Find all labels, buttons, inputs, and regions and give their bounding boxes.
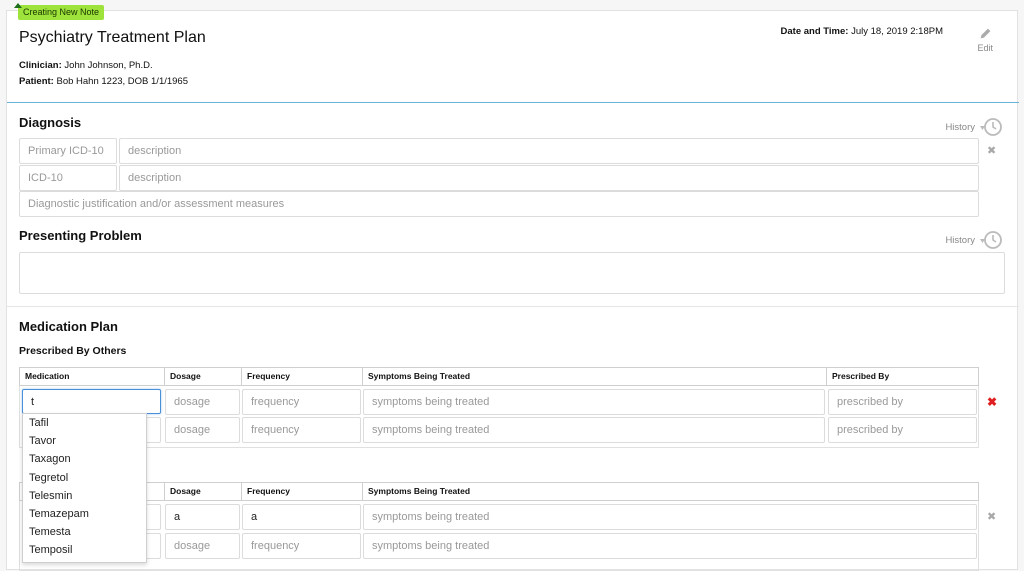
delete-row-icon[interactable]: ✖ <box>987 395 997 409</box>
presenting-problem-textarea[interactable] <box>19 252 1005 294</box>
symptoms-input[interactable] <box>363 533 977 559</box>
patient-line: Patient: Bob Hahn 1223, DOB 1/1/1965 <box>19 76 188 87</box>
dropdown-option[interactable]: Temesta <box>23 523 146 541</box>
patient-label: Patient: <box>19 76 54 87</box>
col-prescribed-by: Prescribed By <box>832 371 890 381</box>
primary-icd10-input[interactable] <box>19 138 117 164</box>
frequency-input[interactable] <box>242 533 361 559</box>
medication-autocomplete-dropdown: Tafil Tavor Taxagon Tegretol Telesmin Te… <box>22 413 147 563</box>
prescribed-by-input[interactable] <box>828 389 977 415</box>
col-frequency: Frequency <box>242 483 363 500</box>
datetime-label: Date and Time: <box>780 26 849 37</box>
description-input[interactable] <box>119 165 979 191</box>
creating-note-badge: Creating New Note <box>18 5 105 20</box>
col-frequency: Frequency <box>242 368 363 385</box>
icd10-input[interactable] <box>19 165 117 191</box>
badge-arrow <box>14 3 22 8</box>
dropdown-option[interactable]: Tegretol <box>23 469 146 487</box>
history-clock-icon <box>980 231 1002 249</box>
col-dosage: Dosage <box>165 483 242 500</box>
note-page: Psychiatry Treatment Plan Clinician: Joh… <box>6 10 1019 571</box>
col-dosage: Dosage <box>165 368 242 385</box>
frequency-input[interactable] <box>242 504 361 530</box>
dropdown-option[interactable]: Telesmin <box>23 487 146 505</box>
medication-table-header: Medication Dosage Frequency Symptoms Bei… <box>19 367 979 386</box>
datetime-value: July 18, 2019 2:18PM <box>851 26 943 37</box>
medication-table2-header: Dosage Frequency Symptoms Being Treated <box>19 482 979 501</box>
dropdown-option[interactable]: Taxagon <box>23 450 146 468</box>
edit-button[interactable]: Edit <box>977 27 993 53</box>
edit-label: Edit <box>977 43 993 53</box>
dosage-input[interactable] <box>165 533 240 559</box>
primary-description-input[interactable] <box>119 138 979 164</box>
clinician-label: Clinician: <box>19 60 62 71</box>
note-header: Psychiatry Treatment Plan Clinician: Joh… <box>7 11 1019 103</box>
frequency-input[interactable] <box>242 417 361 443</box>
col-medication: Medication <box>20 368 165 385</box>
dosage-input[interactable] <box>165 389 240 415</box>
clinician-line: Clinician: John Johnson, Ph.D. <box>19 60 153 71</box>
history-label: History <box>945 121 975 133</box>
presenting-problem-title: Presenting Problem <box>19 228 142 243</box>
dropdown-option[interactable]: Tavor <box>23 432 146 450</box>
justification-input[interactable] <box>19 191 979 217</box>
dosage-input[interactable] <box>165 417 240 443</box>
medication-input[interactable] <box>22 389 161 414</box>
dropdown-option[interactable]: Temazepam <box>23 505 146 523</box>
history-clock-icon <box>980 118 1002 136</box>
patient-value: Bob Hahn 1223, DOB 1/1/1965 <box>56 76 188 87</box>
symptoms-input[interactable] <box>363 389 825 415</box>
diagnosis-title: Diagnosis <box>19 115 82 130</box>
col-symptoms: Symptoms Being Treated <box>368 486 471 496</box>
symptoms-input[interactable] <box>363 417 825 443</box>
medication-plan-title: Medication Plan <box>19 319 118 334</box>
symptoms-input[interactable] <box>363 504 977 530</box>
clinician-value: John Johnson, Ph.D. <box>64 60 153 71</box>
diagnosis-history-button[interactable]: History <box>945 117 1003 137</box>
section-divider <box>7 306 1019 307</box>
dosage-input[interactable] <box>165 504 240 530</box>
presenting-history-button[interactable]: History <box>945 230 1003 250</box>
pencil-icon <box>980 28 991 39</box>
dropdown-option[interactable]: Tafil <box>23 414 146 432</box>
remove-row-icon[interactable]: ✖ <box>987 510 996 523</box>
remove-diagnosis-icon[interactable]: ✖ <box>987 144 996 157</box>
prescribed-by-others-title: Prescribed By Others <box>19 345 127 357</box>
frequency-input[interactable] <box>242 389 361 415</box>
dropdown-option[interactable]: Temposil <box>23 541 146 559</box>
history-label: History <box>945 234 975 246</box>
datetime: Date and Time: July 18, 2019 2:18PM <box>781 26 943 37</box>
page-title: Psychiatry Treatment Plan <box>19 29 206 46</box>
prescribed-by-input[interactable] <box>828 417 977 443</box>
col-symptoms: Symptoms Being Treated <box>363 368 827 385</box>
